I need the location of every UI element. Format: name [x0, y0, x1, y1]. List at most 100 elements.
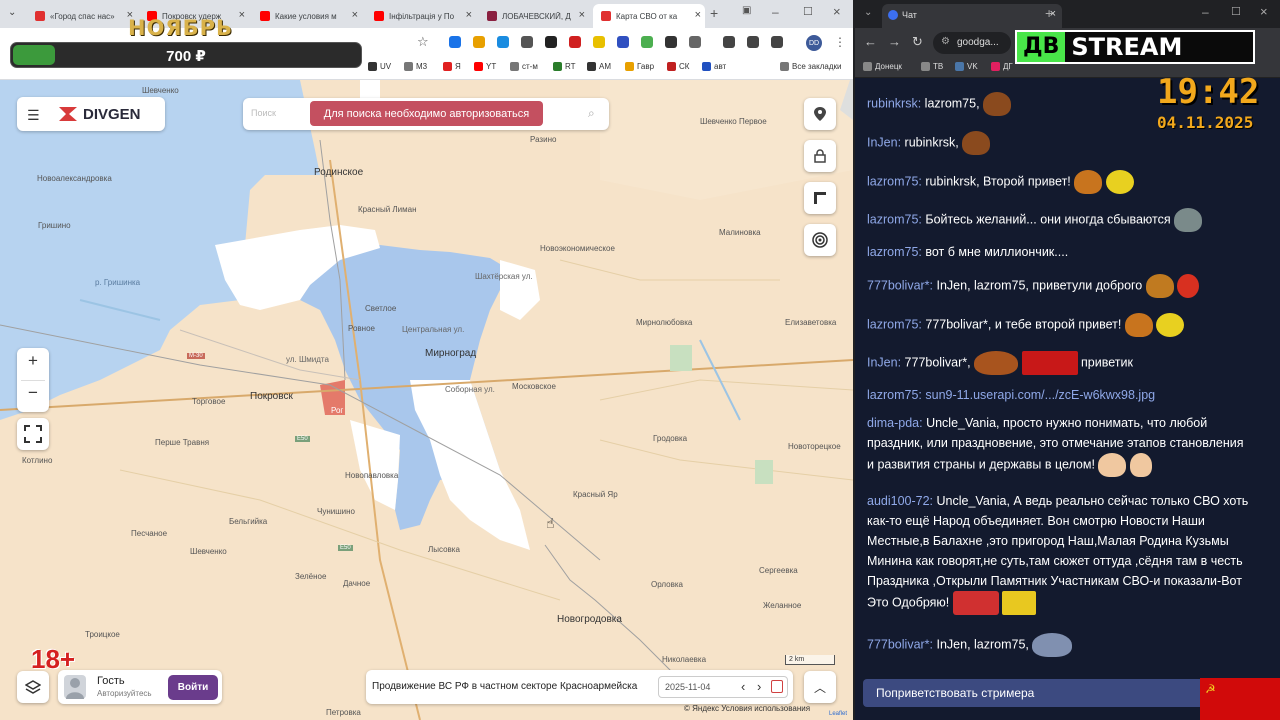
- tab-list-icon[interactable]: ⌄: [8, 7, 16, 18]
- forward-arrow-icon[interactable]: →: [888, 34, 901, 49]
- close-tab-icon[interactable]: ×: [352, 9, 358, 21]
- chat-nick[interactable]: rubinkrsk:: [867, 96, 921, 110]
- login-button[interactable]: Войти: [168, 675, 218, 700]
- profile-avatar[interactable]: DD: [806, 35, 822, 51]
- chat-nick[interactable]: 777bolivar*:: [867, 278, 933, 292]
- chat-nick[interactable]: dima-pda:: [867, 416, 923, 430]
- maximize-icon[interactable]: ☐: [803, 5, 813, 18]
- chat-nick[interactable]: audi100-72:: [867, 494, 933, 508]
- bookmark-star-icon[interactable]: ☆: [417, 34, 429, 50]
- bookmark-item[interactable]: Донецк: [863, 62, 902, 71]
- tab-4[interactable]: Інфільтрація у По ×: [366, 4, 476, 28]
- tab-search-icon[interactable]: ▣: [742, 5, 751, 16]
- minimize-icon[interactable]: –: [1202, 5, 1209, 19]
- bookmark-item[interactable]: Я: [443, 62, 461, 71]
- bookmark-item[interactable]: RT: [553, 62, 576, 71]
- reload-icon[interactable]: ↻: [912, 34, 923, 50]
- bookmark-item[interactable]: M3: [404, 62, 427, 71]
- chat-link[interactable]: sun9-11.userapi.com/.../zcE-w6kwx98.jpg: [925, 388, 1155, 402]
- chat-nick[interactable]: lazrom75:: [867, 174, 922, 188]
- bookmark-label: VK: [967, 62, 978, 71]
- prev-date-icon[interactable]: ‹: [741, 679, 745, 694]
- search-icon[interactable]: ⌕: [588, 106, 595, 121]
- extension-icon[interactable]: [545, 36, 557, 48]
- chat-nick[interactable]: lazrom75:: [867, 317, 922, 331]
- close-tab-icon[interactable]: ×: [695, 9, 701, 21]
- maximize-icon[interactable]: ☐: [1231, 5, 1241, 18]
- close-tab-icon[interactable]: ×: [466, 9, 472, 21]
- key-icon[interactable]: [723, 36, 735, 48]
- bookmark-item[interactable]: Гавр: [625, 62, 654, 71]
- chat-nick[interactable]: InJen:: [867, 355, 901, 369]
- logo-panel[interactable]: ☰ DIVGEN: [17, 97, 165, 131]
- chat-nick[interactable]: lazrom75:: [867, 245, 922, 259]
- hamburger-menu-icon[interactable]: ☰: [27, 107, 40, 124]
- sidebar-icon[interactable]: [771, 36, 783, 48]
- bookmark-label: Донецк: [875, 62, 902, 71]
- calendar-icon[interactable]: [771, 680, 783, 693]
- address-bar[interactable]: ⚙ goodga...: [933, 32, 1011, 54]
- date-picker[interactable]: 2025-11-04 ‹ ›: [658, 676, 788, 698]
- new-tab-button[interactable]: +: [710, 5, 718, 21]
- tab-3[interactable]: Какие условия м ×: [252, 4, 362, 28]
- tab-list-icon[interactable]: ⌄: [864, 7, 872, 18]
- map-area[interactable]: Шевченко Родинское Новоалександровка Кра…: [0, 80, 853, 720]
- chat-text: приветик: [1081, 355, 1133, 370]
- new-tab-button[interactable]: +: [1045, 5, 1053, 21]
- tab-5[interactable]: ЛОБАЧЕВСКИЙ, Д ×: [479, 4, 589, 28]
- chat-nick[interactable]: InJen:: [867, 135, 901, 149]
- chat-nick[interactable]: 777bolivar*:: [867, 637, 933, 651]
- ruler-button[interactable]: [804, 182, 836, 214]
- next-date-icon[interactable]: ›: [757, 679, 761, 694]
- bookmark-item[interactable]: авт: [702, 62, 726, 71]
- tab-6-active[interactable]: Карта СВО от ка ×: [593, 4, 705, 28]
- chat-message: audi100-72: Uncle_Vania, А ведь реально …: [867, 491, 1252, 615]
- close-tab-icon[interactable]: ×: [239, 9, 245, 21]
- tab-chat[interactable]: Чат ×: [882, 4, 1062, 28]
- extension-icon[interactable]: [449, 36, 461, 48]
- extension-icon[interactable]: [617, 36, 629, 48]
- back-arrow-icon[interactable]: ←: [864, 34, 877, 49]
- lock-button[interactable]: [804, 140, 836, 172]
- bookmark-item[interactable]: UV: [368, 62, 391, 71]
- menu-kebab-icon[interactable]: ⋮: [834, 35, 846, 49]
- extension-icon[interactable]: [593, 36, 605, 48]
- bookmark-item[interactable]: VK: [955, 62, 978, 71]
- layers-button[interactable]: [17, 671, 49, 703]
- location-pin-button[interactable]: [804, 98, 836, 130]
- extension-icon[interactable]: [569, 36, 581, 48]
- town-label: Гришино: [38, 221, 71, 230]
- target-button[interactable]: [804, 224, 836, 256]
- price-progress-bar: 700 ₽: [10, 42, 362, 68]
- fullscreen-button[interactable]: [17, 418, 49, 450]
- extension-icon[interactable]: [665, 36, 677, 48]
- puzzle-icon[interactable]: [689, 36, 701, 48]
- zoom-out-button[interactable]: −: [17, 383, 49, 403]
- extension-icon[interactable]: [473, 36, 485, 48]
- map-attribution[interactable]: © Яндекс Условия использования: [684, 704, 810, 713]
- bookmark-item[interactable]: ДГ: [991, 62, 1013, 71]
- bookmark-item[interactable]: СК: [667, 62, 689, 71]
- close-window-icon[interactable]: ×: [1260, 4, 1268, 19]
- bookmark-item[interactable]: ст-м: [510, 62, 538, 71]
- minimize-icon[interactable]: –: [772, 5, 779, 19]
- guest-name: Гость: [97, 675, 125, 687]
- zoom-in-button[interactable]: +: [17, 351, 49, 371]
- extension-icon[interactable]: [521, 36, 533, 48]
- close-tab-icon[interactable]: ×: [579, 9, 585, 21]
- bookmark-item[interactable]: YT: [474, 62, 496, 71]
- extension-icon[interactable]: [497, 36, 509, 48]
- chat-nick[interactable]: lazrom75:: [867, 388, 922, 402]
- bookmark-item[interactable]: ТВ: [921, 62, 943, 71]
- leaflet-link[interactable]: Leaflet: [829, 711, 847, 717]
- extension-icon[interactable]: [641, 36, 653, 48]
- tab-1[interactable]: «Город спас нас» ×: [27, 4, 137, 28]
- site-info-icon[interactable]: ⚙: [941, 36, 950, 47]
- beaver-emote-icon: [1124, 313, 1153, 337]
- chat-nick[interactable]: lazrom75:: [867, 212, 922, 226]
- close-window-icon[interactable]: ×: [833, 4, 841, 19]
- link-icon[interactable]: [747, 36, 759, 48]
- all-bookmarks[interactable]: Все закладки: [780, 62, 841, 71]
- bookmark-item[interactable]: AM: [587, 62, 611, 71]
- collapse-up-button[interactable]: ︿: [804, 671, 836, 703]
